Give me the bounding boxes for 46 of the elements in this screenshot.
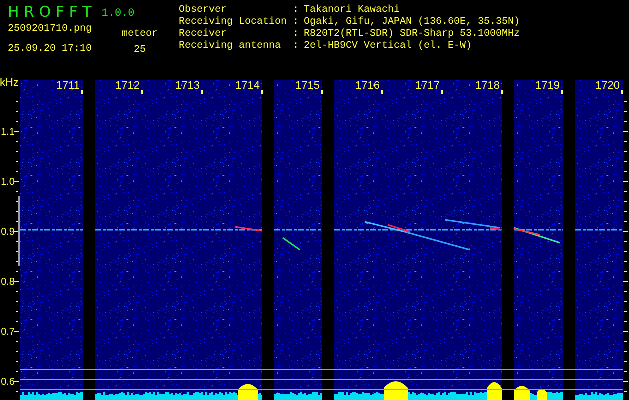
version-label: 1.0.0 [102, 8, 135, 20]
app-title: H R O F F T [8, 4, 92, 20]
info-separator: : [293, 29, 300, 41]
tick-mark [81, 90, 83, 94]
time-label: 1714 [236, 80, 260, 92]
info-value: R820T2(RTL-SDR) SDR-Sharp 53.1000MHz [304, 29, 520, 40]
time-label: 1713 [176, 80, 200, 92]
frequency-label: 0.7 [1, 327, 15, 338]
tick-mark [501, 90, 503, 94]
time-label: 1718 [476, 80, 500, 92]
info-separator: : [293, 17, 300, 29]
meteor-label: meteor [122, 29, 158, 41]
info-separator: : [293, 41, 300, 53]
tick-mark [321, 90, 323, 94]
file-name: 2509201710.png [8, 24, 94, 36]
info-separator: : [293, 5, 300, 17]
range-marker [18, 196, 20, 266]
info-label: Receiving antenna [179, 41, 282, 53]
time-label: 1715 [296, 80, 320, 92]
frequency-label: 1.1 [1, 127, 15, 138]
time-label: 1719 [536, 80, 560, 92]
frequency-label: 0.9 [1, 227, 15, 238]
tick-mark [261, 90, 263, 94]
time-label: 1711 [56, 80, 80, 92]
info-label: Receiving Location [179, 17, 288, 28]
tick-mark [441, 90, 443, 94]
time-label: 1716 [356, 80, 380, 92]
time-label: 1717 [416, 80, 440, 92]
tick-mark [621, 90, 623, 94]
frequency-label: 0.8 [1, 277, 15, 288]
date-time: 25.09.20 17:10 [8, 44, 94, 56]
tick-mark [201, 90, 203, 94]
frequency-label: 0.6 [1, 377, 15, 388]
info-value: 2el-HB9CV Vertical (el. E-W) [304, 41, 472, 53]
tick-mark [141, 90, 143, 94]
info-value: Ogaki, Gifu, JAPAN (136.60E, 35.35N) [304, 17, 520, 28]
info-label: Receiver [179, 29, 228, 40]
tick-mark [561, 90, 563, 94]
axis-unit-label: kHz [0, 77, 19, 89]
info-label: Observer [179, 5, 228, 16]
time-label: 1720 [596, 80, 620, 92]
info-value: Takanori Kawachi [304, 5, 400, 16]
frequency-label: 1.0 [1, 177, 15, 188]
meteor-count: 25 [134, 45, 146, 57]
time-label: 1712 [116, 80, 140, 92]
tick-mark [381, 90, 383, 94]
